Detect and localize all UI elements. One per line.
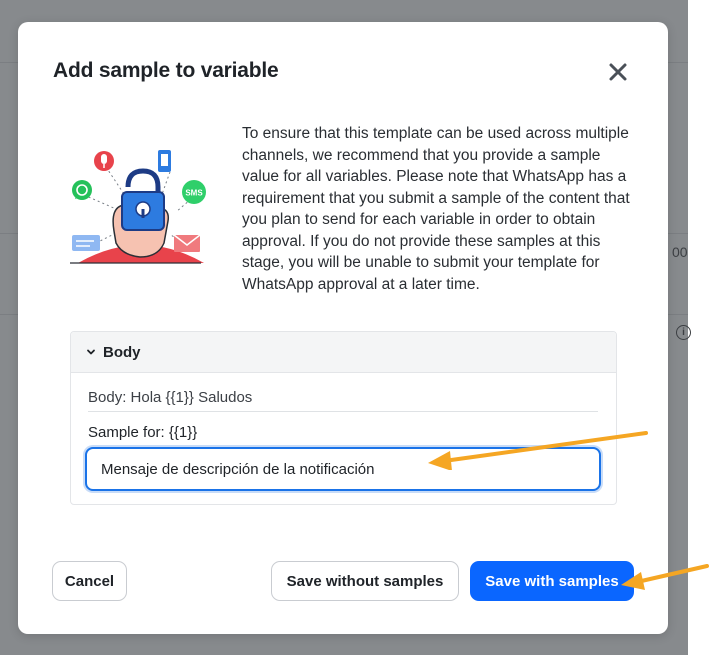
body-preview: Body: Hola {{1}} Saludos — [88, 389, 598, 412]
sample-label: Sample for: {{1}} — [88, 424, 198, 441]
annotation-arrow — [428, 431, 648, 470]
body-section: Body Body: Hola {{1}} Saludos Sample for… — [70, 331, 617, 505]
phone-icon — [158, 150, 171, 172]
chat-icon — [72, 235, 100, 251]
save-with-samples-button[interactable]: Save with samples — [470, 561, 634, 601]
sms-icon: SMS — [182, 180, 206, 204]
intro-text: To ensure that this template can be used… — [242, 125, 630, 293]
background-scroll-strip — [688, 0, 709, 655]
background-partial-text: 00 — [672, 244, 688, 260]
svg-text:SMS: SMS — [185, 189, 203, 198]
security-illustration: SMS — [66, 147, 216, 292]
dialog-title: Add sample to variable — [53, 59, 279, 82]
annotation-arrow — [621, 564, 709, 590]
close-icon[interactable] — [606, 60, 630, 84]
add-sample-dialog: Add sample to variable SMS To ensure tha… — [18, 22, 668, 634]
microphone-icon — [94, 151, 114, 171]
cancel-button[interactable]: Cancel — [52, 561, 127, 601]
info-icon: i — [676, 325, 691, 340]
body-section-header[interactable]: Body — [71, 332, 616, 373]
lock-icon — [121, 168, 165, 231]
section-title: Body — [103, 343, 141, 361]
mail-icon — [173, 234, 201, 252]
chevron-down-icon — [87, 349, 95, 355]
whatsapp-icon — [72, 180, 92, 200]
save-without-samples-button[interactable]: Save without samples — [271, 561, 459, 601]
